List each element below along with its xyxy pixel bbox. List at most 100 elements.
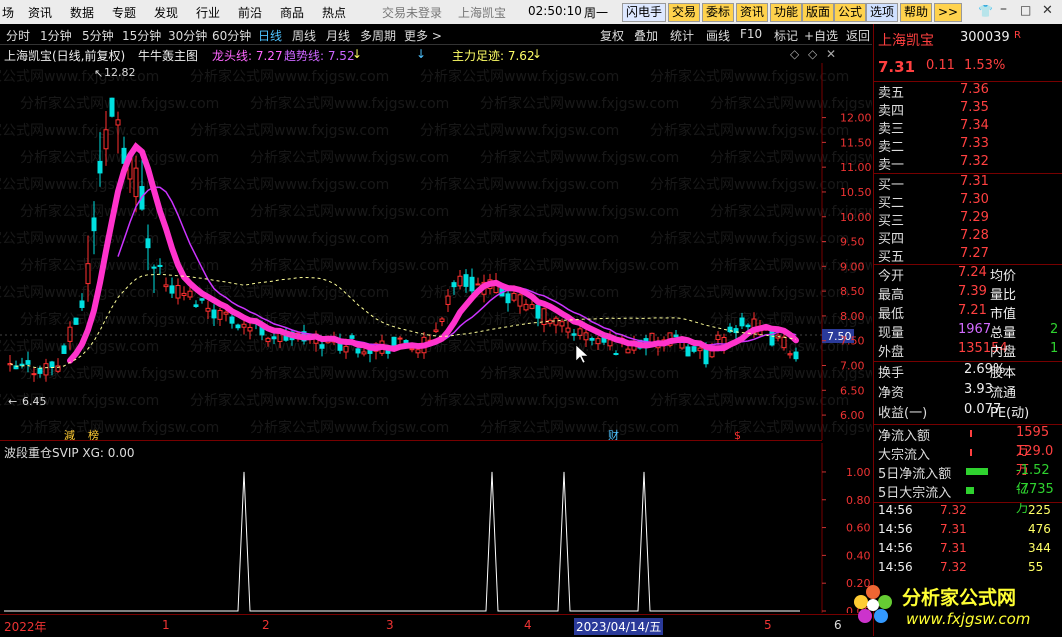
close-icon[interactable]: ✕: [1042, 3, 1053, 18]
sub-indicator-chart[interactable]: 波段重仓SVIP XG: 0.00 1.000.800.600.400.200.…: [0, 443, 872, 613]
diamond-icon[interactable]: ◇: [790, 47, 799, 61]
menu-item-news[interactable]: 资讯: [28, 4, 52, 21]
period-daily[interactable]: 日线: [258, 27, 282, 44]
adjust-button[interactable]: 复权: [600, 27, 624, 44]
period-60min[interactable]: 60分钟: [212, 27, 251, 44]
layout-button[interactable]: 版面: [802, 3, 835, 22]
candle-body[interactable]: [595, 338, 601, 345]
sub-indicator-title[interactable]: 波段重仓SVIP XG: 0.00: [4, 445, 135, 460]
candle-body[interactable]: [781, 336, 787, 349]
period-weekly[interactable]: 周线: [292, 27, 316, 44]
stat2-row[interactable]: 收益(一) 0.077 PE(动): [878, 402, 1061, 421]
candle-body[interactable]: [433, 329, 439, 333]
candle-body[interactable]: [247, 326, 253, 332]
candle-body[interactable]: [511, 292, 517, 301]
tick-row[interactable]: 14:56 7.32 225: [878, 503, 1061, 521]
bid-row[interactable]: 买一 7.31: [878, 174, 1061, 193]
candle-body[interactable]: [205, 307, 211, 312]
candle-body[interactable]: [241, 323, 247, 328]
stock-code[interactable]: 300039: [960, 30, 1010, 45]
candle-body[interactable]: [61, 345, 67, 354]
candle-body[interactable]: [133, 167, 139, 198]
candle-body[interactable]: [223, 311, 229, 315]
period-5min[interactable]: 5分钟: [82, 27, 114, 44]
candle-body[interactable]: [577, 328, 583, 336]
bid-row[interactable]: 买三 7.29: [878, 210, 1061, 229]
ask-row[interactable]: 卖三 7.34: [878, 118, 1061, 137]
stock-name[interactable]: 上海凯宝: [878, 30, 934, 50]
candle-body[interactable]: [607, 339, 613, 347]
mark-button[interactable]: 标记: [774, 27, 798, 44]
options-button[interactable]: 选项: [866, 3, 899, 22]
candle-body[interactable]: [73, 317, 79, 325]
period-1min[interactable]: 1分钟: [40, 27, 72, 44]
period-monthly[interactable]: 月线: [326, 27, 350, 44]
menu-item-market[interactable]: 场: [2, 4, 14, 21]
candle-body[interactable]: [553, 317, 559, 326]
function-button[interactable]: 功能: [770, 3, 803, 22]
candle-body[interactable]: [187, 290, 193, 298]
flash-trade-button[interactable]: 闪电手: [622, 3, 667, 22]
f10-button[interactable]: F10: [740, 27, 762, 41]
candle-body[interactable]: [793, 351, 799, 360]
stat-row[interactable]: 今开 7.24 均价: [878, 265, 1061, 284]
draw-line-button[interactable]: 画线: [706, 27, 730, 44]
shirt-icon[interactable]: 👕: [978, 4, 993, 18]
tag-dollar[interactable]: $: [734, 429, 741, 440]
candle-body[interactable]: [49, 361, 55, 368]
candle-body[interactable]: [217, 310, 223, 320]
candle-body[interactable]: [559, 321, 565, 327]
candle-body[interactable]: [463, 274, 469, 287]
candle-body[interactable]: [319, 344, 325, 349]
candle-body[interactable]: [451, 282, 457, 288]
candle-body[interactable]: [787, 353, 793, 356]
bid-row[interactable]: 买四 7.28: [878, 228, 1061, 247]
maximize-icon[interactable]: □: [1020, 3, 1031, 17]
candle-body[interactable]: [355, 348, 361, 354]
candle-body[interactable]: [583, 332, 589, 341]
tag-finance[interactable]: 财: [608, 428, 619, 440]
candle-body[interactable]: [445, 295, 451, 305]
candle-body[interactable]: [151, 266, 157, 269]
ask-row[interactable]: 卖二 7.33: [878, 136, 1061, 155]
candle-body[interactable]: [115, 119, 121, 126]
candle-body[interactable]: [685, 346, 691, 357]
candle-body[interactable]: [271, 336, 277, 340]
candle-body[interactable]: [235, 324, 241, 329]
candle-body[interactable]: [37, 367, 43, 374]
candle-body[interactable]: [439, 318, 445, 322]
candle-body[interactable]: [769, 330, 775, 346]
candle-body[interactable]: [103, 129, 109, 150]
candle-body[interactable]: [505, 293, 511, 304]
candlestick-chart[interactable]: 分析家公式网www.fxjgsw.com 分析家公式网www.fxjgsw.com…: [0, 63, 872, 440]
menu-item-data[interactable]: 数据: [70, 4, 94, 21]
formula-button[interactable]: 公式: [834, 3, 867, 22]
candle-body[interactable]: [211, 309, 217, 319]
candle-body[interactable]: [229, 316, 235, 324]
candle-body[interactable]: [145, 238, 151, 249]
candle-body[interactable]: [175, 284, 181, 299]
candle-body[interactable]: [397, 337, 403, 340]
chart-close-icon[interactable]: ✕: [826, 47, 836, 61]
candle-body[interactable]: [475, 283, 481, 286]
candle-body[interactable]: [31, 373, 37, 376]
period-30min[interactable]: 30分钟: [168, 27, 207, 44]
candle-body[interactable]: [361, 351, 367, 355]
minimize-icon[interactable]: –: [1000, 1, 1007, 17]
more-button[interactable]: >>: [934, 3, 963, 22]
candle-body[interactable]: [43, 363, 49, 376]
candle-body[interactable]: [613, 352, 619, 355]
add-watchlist-button[interactable]: +自选: [804, 27, 838, 44]
candle-body[interactable]: [415, 349, 421, 354]
candle-body[interactable]: [163, 284, 169, 288]
candle-body[interactable]: [523, 303, 529, 311]
login-status[interactable]: 交易未登录: [382, 4, 442, 21]
bid-row[interactable]: 买二 7.30: [878, 192, 1061, 211]
ask-row[interactable]: 卖四 7.35: [878, 100, 1061, 119]
candle-body[interactable]: [457, 275, 463, 287]
stat-row[interactable]: 外盘 135154 内盘 1: [878, 341, 1061, 360]
menu-item-hot[interactable]: 热点: [322, 4, 346, 21]
tag-rank[interactable]: 榜: [88, 428, 99, 440]
help-button[interactable]: 帮助: [900, 3, 933, 22]
candle-body[interactable]: [97, 160, 103, 174]
